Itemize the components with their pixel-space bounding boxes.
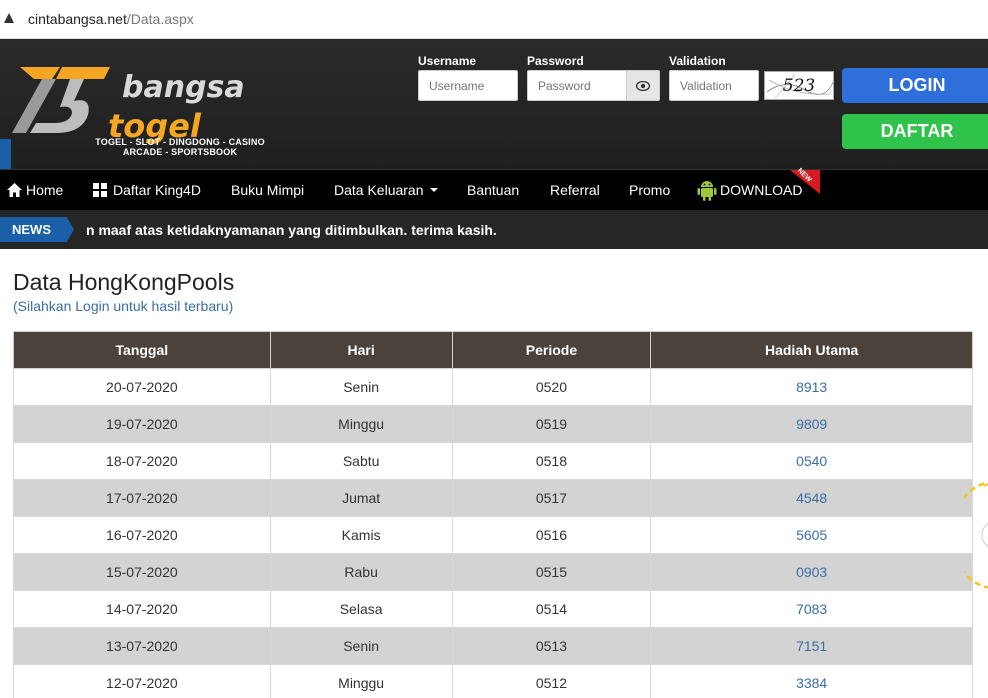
validation-label: Validation [669,54,726,68]
table-row: 13-07-2020 Senin 0513 7151 [13,627,973,665]
login-button[interactable]: LOGIN [842,68,988,103]
news-text: n maaf atas ketidaknyamanan yang ditimbu… [86,222,497,238]
nav-download[interactable]: DOWNLOAD [697,179,802,201]
cell-periode: 0516 [451,516,652,554]
table-row: 14-07-2020 Selasa 0514 7083 [13,590,973,628]
nav-buku-mimpi[interactable]: Buku Mimpi [231,182,304,198]
cell-periode: 0519 [451,405,652,443]
floating-chat-widget[interactable] [964,480,988,590]
cell-hadiah[interactable]: 0903 [650,553,973,591]
news-badge: NEWS [0,217,74,242]
password-label: Password [527,54,584,68]
cell-hadiah[interactable]: 5605 [650,516,973,554]
nav-daftar-king4d[interactable]: Daftar King4D [93,182,201,198]
table-row: 18-07-2020 Sabtu 0518 0540 [13,442,973,480]
nav-referral[interactable]: Referral [550,182,600,198]
cell-hadiah[interactable]: 4548 [650,479,973,517]
logo-tagline: TOGEL - SLOT - DINGDONG - CASINO ARCADE … [80,137,280,157]
captcha-text: 523 [782,75,816,96]
logo-mark-top2 [56,67,110,79]
validation-input[interactable] [669,70,759,101]
windows-icon [93,183,107,197]
cell-tanggal: 14-07-2020 [13,590,271,628]
nav-daftar-king4d-label: Daftar King4D [113,182,201,198]
main-nav: Home Daftar King4D Buku Mimpi Data Kelua… [0,167,988,210]
password-input[interactable] [527,70,627,101]
cell-hadiah[interactable]: 3384 [650,664,973,698]
table-header-row: Tanggal Hari Periode Hadiah Utama [13,331,973,369]
cell-hari: Kamis [269,516,453,554]
cell-tanggal: 12-07-2020 [13,664,271,698]
cell-periode: 0514 [451,590,652,628]
table-row: 17-07-2020 Jumat 0517 4548 [13,479,973,517]
eye-icon [636,80,650,91]
cell-hadiah[interactable]: 8913 [650,368,973,406]
cell-hari: Rabu [269,553,453,591]
news-ticker: NEWS n maaf atas ketidaknyamanan yang di… [0,210,988,249]
nav-promo[interactable]: Promo [629,182,670,198]
cell-hari: Minggu [269,664,453,698]
cell-tanggal: 18-07-2020 [13,442,271,480]
logo-mark-top [20,67,60,79]
android-icon [697,181,717,201]
header-periode: Periode [451,331,652,369]
username-input[interactable] [418,70,518,101]
nav-data-keluaran[interactable]: Data Keluaran [334,182,438,198]
cell-tanggal: 16-07-2020 [13,516,271,554]
cell-hari: Minggu [269,405,453,443]
cell-periode: 0513 [451,627,652,665]
nav-download-label: DOWNLOAD [720,182,803,198]
site-header: bangsa togel TOGEL - SLOT - DINGDONG - C… [0,39,988,169]
logo-word-bangsa: bangsa [122,70,245,105]
page-subtitle[interactable]: (Silahkan Login untuk hasil terbaru) [13,298,233,314]
cell-hari: Jumat [269,479,453,517]
cell-tanggal: 15-07-2020 [13,553,271,591]
nav-home[interactable]: Home [7,182,63,198]
table-row: 12-07-2020 Minggu 0512 3384 [13,664,973,698]
cell-periode: 0518 [451,442,652,480]
header-hadiah-utama: Hadiah Utama [650,331,973,369]
show-password-button[interactable] [626,70,660,101]
cell-tanggal: 20-07-2020 [13,368,271,406]
username-label: Username [418,54,477,68]
cell-hadiah[interactable]: 9809 [650,405,973,443]
logo-tagline-2: ARCADE - SPORTSBOOK [122,147,238,157]
table-row: 15-07-2020 Rabu 0515 0903 [13,553,973,591]
page-title: Data HongKongPools [13,269,235,295]
results-table: Tanggal Hari Periode Hadiah Utama 20-07-… [13,331,973,698]
cell-hari: Senin [269,368,453,406]
cell-hadiah[interactable]: 7151 [650,627,973,665]
cell-tanggal: 17-07-2020 [13,479,271,517]
cell-hadiah[interactable]: 0540 [650,442,973,480]
url-path: /Data.aspx [126,11,194,27]
caret-down-icon [429,188,438,192]
header-hari: Hari [269,331,453,369]
table-row: 20-07-2020 Senin 0520 8913 [13,368,973,406]
cell-hari: Senin [269,627,453,665]
cell-tanggal: 13-07-2020 [13,627,271,665]
nav-home-label: Home [26,182,64,198]
logo-tagline-1: TOGEL - SLOT - DINGDONG - CASINO [95,137,265,147]
home-icon [7,183,22,197]
cell-periode: 0517 [451,479,652,517]
header-tanggal: Tanggal [13,331,271,369]
cell-hari: Sabtu [269,442,453,480]
cell-tanggal: 19-07-2020 [13,405,271,443]
cell-hari: Selasa [269,590,453,628]
url-host: cintabangsa.net [28,11,127,27]
nav-data-keluaran-label: Data Keluaran [334,182,424,198]
cell-periode: 0512 [451,664,652,698]
table-row: 19-07-2020 Minggu 0519 9809 [13,405,973,443]
captcha-image: 523 [764,71,834,100]
table-row: 16-07-2020 Kamis 0516 5605 [13,516,973,554]
cell-periode: 0515 [451,553,652,591]
side-tab[interactable] [0,139,11,169]
address-bar[interactable]: cintabangsa.net/Data.aspx [0,0,988,39]
cell-hadiah[interactable]: 7083 [650,590,973,628]
daftar-button[interactable]: DAFTAR [842,114,988,149]
cell-periode: 0520 [451,368,652,406]
nav-bantuan[interactable]: Bantuan [467,182,519,198]
not-secure-icon[interactable] [4,13,14,23]
